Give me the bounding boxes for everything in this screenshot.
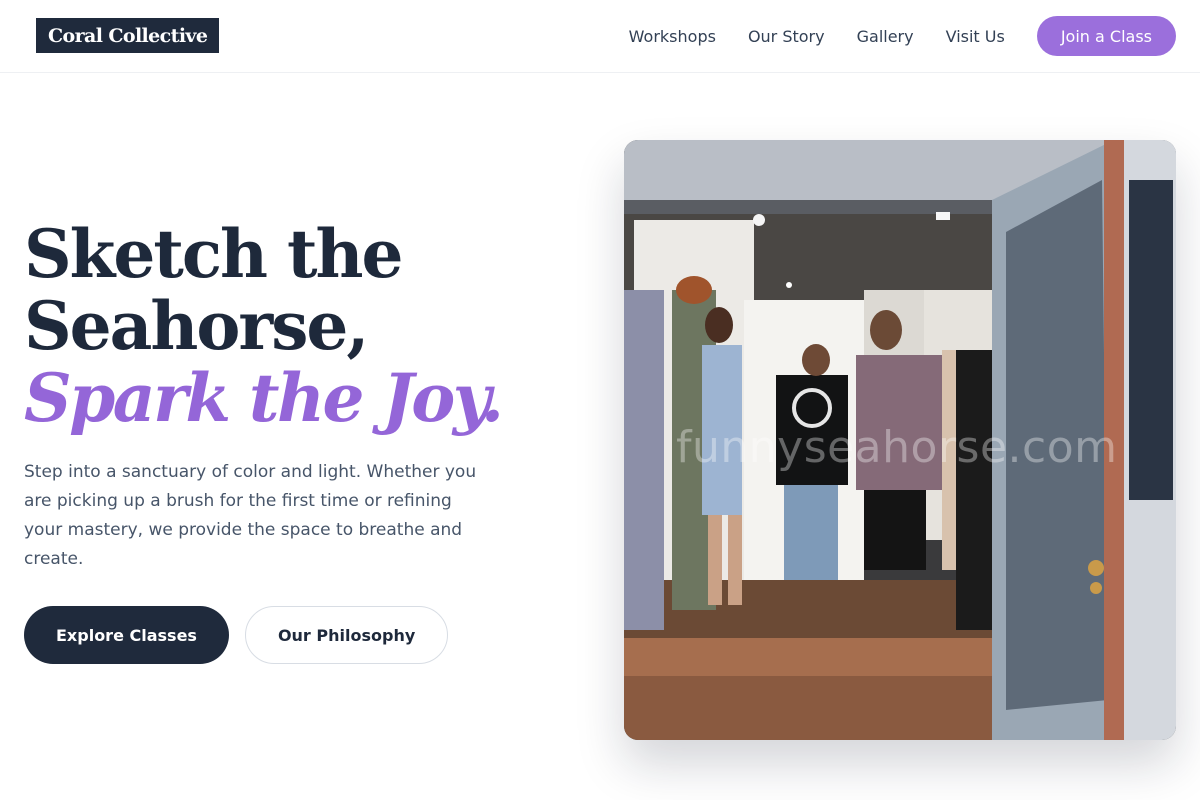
- hero-photo: funnyseahorse.com: [624, 140, 1176, 740]
- main-nav: Workshops Our Story Gallery Visit Us Joi…: [629, 16, 1176, 56]
- nav-link-visit-us[interactable]: Visit Us: [946, 27, 1005, 46]
- photo-watermark: funnyseahorse.com: [676, 422, 1118, 473]
- join-class-button[interactable]: Join a Class: [1036, 16, 1176, 56]
- hero-description: Step into a sanctuary of color and light…: [24, 462, 477, 569]
- nav-link-our-story[interactable]: Our Story: [748, 27, 825, 46]
- nav-link-gallery[interactable]: Gallery: [857, 27, 914, 46]
- explore-classes-button[interactable]: Explore Classes: [24, 606, 229, 664]
- hero-headline: Sketch the Seahorse, Spark the Joy.: [24, 218, 584, 434]
- headline-line-1: Sketch the: [24, 215, 403, 293]
- site-header: Coral Collective Workshops Our Story Gal…: [0, 0, 1200, 73]
- headline-accent: Spark the Joy.: [24, 359, 504, 437]
- hero-actions: Explore Classes Our Philosophy: [24, 606, 449, 664]
- headline-line-2: Seahorse,: [24, 287, 369, 365]
- nav-link-workshops[interactable]: Workshops: [629, 27, 716, 46]
- brand-logo[interactable]: Coral Collective: [36, 18, 220, 53]
- our-philosophy-button[interactable]: Our Philosophy: [244, 606, 449, 664]
